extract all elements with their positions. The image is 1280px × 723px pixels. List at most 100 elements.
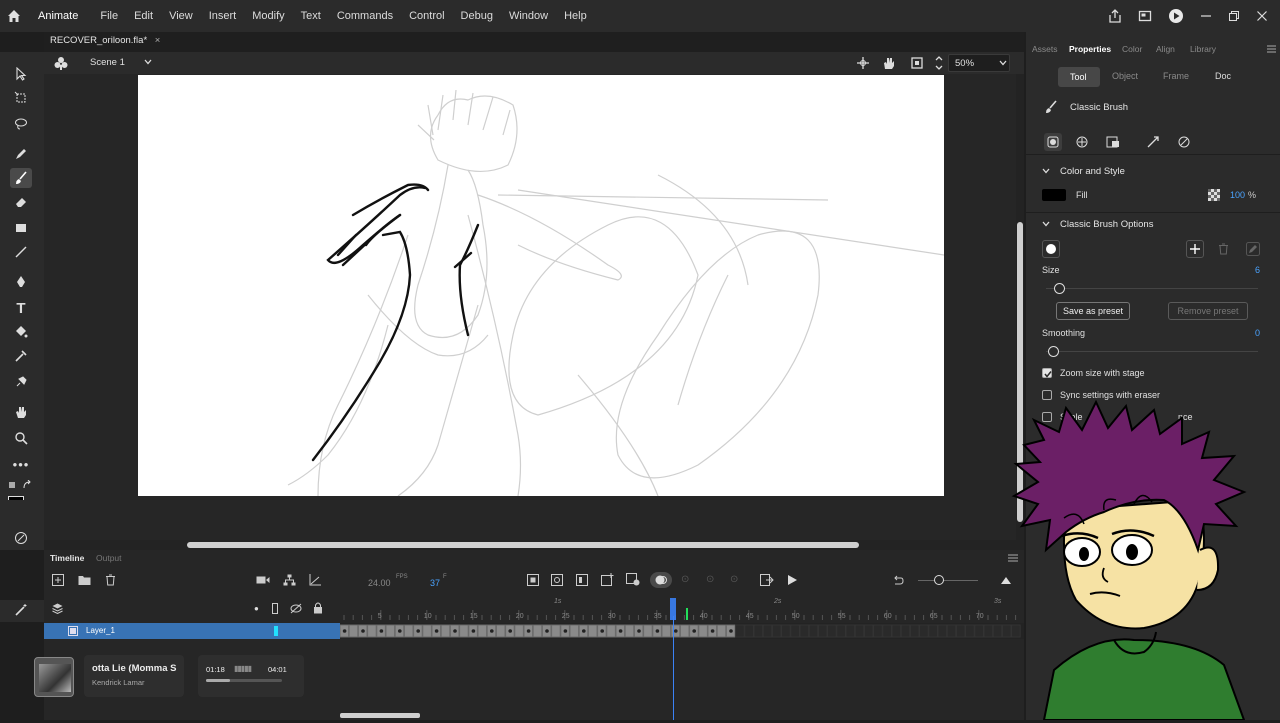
frame-cell[interactable]	[974, 624, 984, 638]
keyframe-dot[interactable]	[600, 629, 604, 633]
frame-cell[interactable]	[891, 624, 902, 638]
tab-timeline[interactable]: Timeline	[50, 553, 84, 563]
frame-cell[interactable]	[587, 624, 598, 638]
frame-value[interactable]: 37	[430, 578, 440, 588]
minimize-icon[interactable]	[1200, 10, 1212, 22]
share-icon[interactable]	[1108, 9, 1122, 23]
play-icon[interactable]	[786, 574, 798, 586]
keyframe-dot[interactable]	[453, 629, 457, 633]
new-folder-icon[interactable]	[78, 574, 91, 586]
frame-cell[interactable]	[808, 624, 819, 638]
timeline-scrollbar-thumb[interactable]	[340, 713, 420, 718]
timeline-zoom-slider[interactable]	[918, 580, 978, 581]
subtab-tool[interactable]: Tool	[1058, 67, 1100, 87]
paint-bucket-icon[interactable]	[10, 322, 32, 342]
menu-help[interactable]: Help	[556, 10, 595, 22]
frame-cell[interactable]	[845, 624, 856, 638]
brush-mode-icon[interactable]	[10, 528, 32, 548]
frame-cell[interactable]	[882, 624, 892, 638]
frame-cell[interactable]	[983, 624, 994, 638]
menu-modify[interactable]: Modify	[244, 10, 292, 22]
brush-pressure-icon[interactable]	[1144, 133, 1162, 151]
pencil-tool-icon[interactable]	[10, 144, 32, 164]
frame-cell[interactable]	[799, 624, 810, 638]
paint-normal-icon[interactable]	[1044, 133, 1062, 151]
tab-color[interactable]: Color	[1122, 44, 1142, 54]
fps-value[interactable]: 24.00	[368, 578, 391, 588]
menu-view[interactable]: View	[161, 10, 201, 22]
frame-cell[interactable]	[753, 624, 764, 638]
menu-commands[interactable]: Commands	[329, 10, 401, 22]
fill-color-swatch[interactable]	[1042, 189, 1066, 201]
timeline-zoom-handle[interactable]	[934, 575, 944, 585]
frame-cell[interactable]	[422, 624, 432, 638]
keyframe-dot[interactable]	[729, 629, 733, 633]
tab-output[interactable]: Output	[96, 553, 122, 563]
eraser-tool-icon[interactable]	[10, 192, 32, 212]
undo-span-icon[interactable]	[892, 574, 904, 586]
scene-name[interactable]: Scene 1	[90, 57, 125, 68]
stage-horizontal-scrollbar[interactable]	[44, 540, 1024, 550]
frame-cell[interactable]	[854, 624, 865, 638]
frame-cell[interactable]	[551, 624, 561, 638]
frame-cell[interactable]	[836, 624, 846, 638]
remove-preset-button[interactable]: Remove preset	[1168, 302, 1248, 320]
subtab-frame[interactable]: Frame	[1163, 71, 1189, 81]
size-slider-handle[interactable]	[1054, 283, 1065, 294]
tab-align[interactable]: Align	[1156, 44, 1175, 54]
layer-frames[interactable]	[339, 623, 1024, 639]
camera-icon[interactable]	[256, 575, 270, 585]
keyframe-dot[interactable]	[618, 629, 623, 633]
onion-skin-marker[interactable]	[686, 608, 688, 620]
brush-tool-icon[interactable]	[10, 168, 32, 188]
frame-cell[interactable]	[863, 624, 874, 638]
paint-behind-icon[interactable]	[1104, 133, 1122, 151]
close-tab-icon[interactable]: ×	[155, 35, 161, 46]
outline-icon[interactable]	[272, 603, 278, 614]
restore-icon[interactable]	[1228, 10, 1240, 22]
keyframe-dot[interactable]	[637, 629, 641, 633]
frame-cell[interactable]	[827, 624, 837, 638]
document-tab[interactable]: RECOVER_oriloon.fla* ×	[50, 35, 160, 46]
more-tools-icon[interactable]: •••	[10, 454, 32, 474]
zoom-dropdown-icon[interactable]	[999, 60, 1007, 66]
frame-cell[interactable]	[514, 624, 524, 638]
brush-options-header[interactable]: Classic Brush Options	[1060, 219, 1153, 230]
center-frame-icon[interactable]	[551, 574, 563, 586]
sync-eraser-checkbox[interactable]	[1042, 390, 1052, 400]
frame-cell[interactable]	[965, 624, 975, 638]
text-tool-icon[interactable]: T	[10, 298, 32, 318]
chevron-down-icon[interactable]	[144, 59, 152, 65]
add-brush-button[interactable]	[1186, 240, 1204, 258]
rotate-stage-icon[interactable]	[882, 56, 896, 70]
keyframe-dot[interactable]	[508, 629, 512, 633]
frame-cell[interactable]	[459, 624, 469, 638]
keyframe-dot[interactable]	[710, 629, 715, 633]
frame-cell[interactable]	[679, 624, 690, 638]
frame-cell[interactable]	[919, 624, 929, 638]
insert-keyframe-icon[interactable]	[601, 573, 615, 586]
keyframe-dot[interactable]	[471, 629, 476, 633]
panel-menu-icon[interactable]	[1267, 45, 1276, 53]
keyframe-dot[interactable]	[379, 629, 384, 633]
zoom-tool-icon[interactable]	[10, 428, 32, 448]
scrollbar-thumb[interactable]	[187, 542, 859, 548]
keyframe-dot[interactable]	[416, 629, 420, 633]
delete-keyframe-icon[interactable]	[626, 573, 640, 586]
frame-cell[interactable]	[873, 624, 883, 638]
smoothing-slider-handle[interactable]	[1048, 346, 1059, 357]
keyframe-dot[interactable]	[434, 629, 439, 633]
frame-cell[interactable]	[348, 624, 359, 638]
paint-fills-icon[interactable]	[1073, 133, 1091, 151]
menu-text[interactable]: Text	[293, 10, 329, 22]
frame-cell[interactable]	[440, 624, 451, 638]
tab-properties[interactable]: Properties	[1069, 44, 1111, 54]
media-progress-track[interactable]	[206, 679, 282, 682]
brush-shape-button[interactable]	[1042, 240, 1060, 258]
frame-cell[interactable]	[817, 624, 828, 638]
frame-cell[interactable]	[403, 624, 414, 638]
color-style-header[interactable]: Color and Style	[1060, 166, 1125, 177]
stage-canvas[interactable]	[138, 75, 945, 497]
size-slider[interactable]	[1046, 288, 1258, 289]
chevron-down-icon[interactable]	[1042, 168, 1050, 174]
